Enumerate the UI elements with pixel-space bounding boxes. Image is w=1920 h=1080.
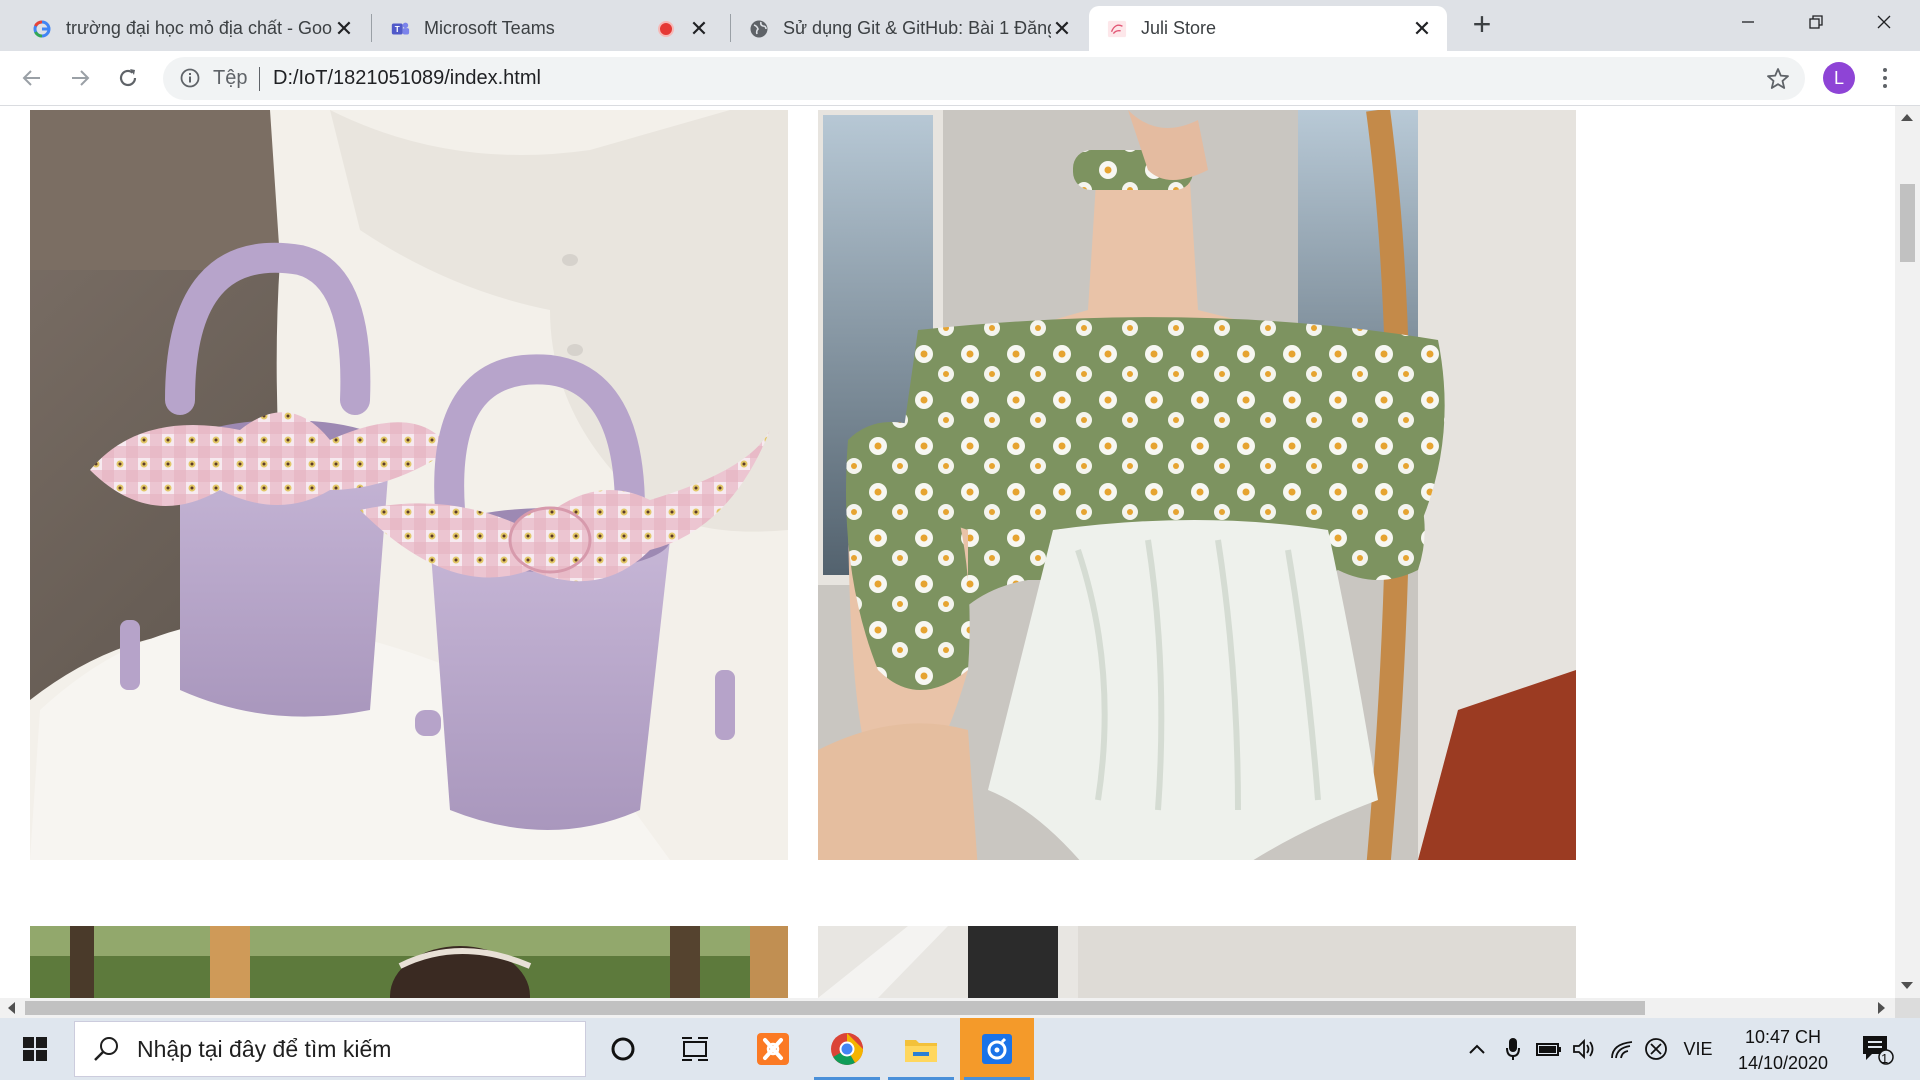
tab-title: Sử dụng Git & GitHub: Bài 1 Đăng — [783, 18, 1051, 38]
scroll-right-arrow-icon[interactable] — [1878, 1002, 1885, 1014]
chevron-up-icon — [1469, 1044, 1485, 1054]
folder-icon — [905, 1040, 937, 1062]
minimize-icon — [1742, 21, 1754, 23]
close-tab-icon[interactable]: ✕ — [1051, 16, 1073, 41]
arrow-right-icon — [72, 70, 90, 86]
taskbar-chrome[interactable] — [810, 1018, 884, 1080]
svg-text:T: T — [395, 25, 400, 34]
minimize-window-button[interactable] — [1716, 0, 1780, 44]
tray-volume[interactable] — [1570, 1018, 1598, 1080]
product-photo-outfit[interactable] — [818, 110, 1576, 860]
close-icon — [1877, 15, 1891, 29]
tray-microphone[interactable] — [1500, 1018, 1526, 1080]
task-view-button[interactable] — [658, 1018, 732, 1080]
tray-status[interactable] — [1642, 1018, 1670, 1080]
restore-window-button[interactable] — [1784, 0, 1848, 44]
cortana-button[interactable] — [586, 1018, 660, 1080]
taskbar-app-active[interactable] — [960, 1018, 1034, 1080]
clock-time: 10:47 CH — [1744, 1027, 1822, 1047]
tab-google-search[interactable]: trường đại học mỏ địa chất - Goo ✕ — [14, 6, 369, 51]
page-viewport — [0, 106, 1895, 998]
microphone-icon — [1506, 1038, 1520, 1060]
url-scheme-label: Tệp — [213, 67, 248, 89]
close-tab-icon[interactable]: ✕ — [1411, 16, 1433, 41]
close-tab-icon[interactable]: ✕ — [333, 16, 355, 41]
arrow-left-icon — [22, 70, 40, 86]
bookmark-star-icon[interactable] — [1765, 66, 1791, 92]
tray-network[interactable] — [1608, 1018, 1638, 1080]
lavender-bucket-bags-image — [30, 110, 788, 860]
close-tab-icon[interactable]: ✕ — [688, 16, 710, 41]
reload-button[interactable] — [110, 60, 146, 96]
close-window-button[interactable] — [1852, 0, 1916, 44]
browser-toolbar: Tệp D:/IoT/1821051089/index.html L — [0, 51, 1920, 106]
tab-microsoft-teams[interactable]: T Microsoft Teams ✕ — [372, 6, 724, 51]
taskbar-file-explorer[interactable] — [884, 1018, 958, 1080]
scrollbar-corner — [1895, 998, 1920, 1018]
tab-juli-store[interactable]: Juli Store ✕ — [1089, 6, 1447, 51]
address-divider — [259, 67, 260, 91]
reload-icon — [119, 69, 137, 87]
tab-title: Juli Store — [1141, 18, 1217, 38]
scroll-up-arrow-icon[interactable] — [1901, 114, 1913, 121]
url-text[interactable]: D:/IoT/1821051089/index.html — [273, 67, 541, 90]
forward-button[interactable] — [62, 60, 98, 96]
scroll-left-arrow-icon[interactable] — [8, 1002, 15, 1014]
menu-dot — [1883, 76, 1887, 80]
tray-overflow-button[interactable] — [1464, 1018, 1490, 1080]
scroll-down-arrow-icon[interactable] — [1901, 982, 1913, 989]
search-placeholder: Nhập tại đây để tìm kiếm — [137, 1035, 392, 1062]
globe-icon — [749, 19, 769, 39]
white-interior-image — [818, 926, 1576, 998]
speaker-icon — [1573, 1038, 1594, 1060]
address-bar[interactable]: Tệp D:/IoT/1821051089/index.html — [163, 57, 1805, 100]
search-icon — [94, 1037, 118, 1061]
menu-dot — [1883, 68, 1887, 72]
horizontal-scrollbar[interactable] — [0, 998, 1895, 1018]
product-photo-interior[interactable] — [818, 926, 1576, 998]
action-center-button[interactable]: 1 — [1852, 1018, 1902, 1080]
notification-icon — [1863, 1036, 1894, 1065]
vertical-scrollbar[interactable] — [1895, 106, 1920, 998]
windows-taskbar: Nhập tại đây để tìm kiếm VIE 10:47 CH 14… — [0, 1018, 1920, 1080]
garden-portrait-image — [30, 926, 788, 998]
app-icon — [982, 1034, 1012, 1064]
tab-git-github[interactable]: Sử dụng Git & GitHub: Bài 1 Đăng ✕ — [731, 6, 1087, 51]
restore-icon — [1809, 15, 1823, 29]
notification-count: 1 — [1881, 1051, 1889, 1066]
taskbar-search-box[interactable]: Nhập tại đây để tìm kiếm — [74, 1021, 586, 1077]
tab-title: trường đại học mỏ địa chất - Goo — [66, 18, 332, 38]
store-icon — [1107, 19, 1127, 39]
clock-date: 14/10/2020 — [1737, 1053, 1829, 1073]
back-button[interactable] — [14, 60, 50, 96]
menu-dot — [1883, 84, 1887, 88]
cortana-circle-icon — [611, 1037, 635, 1061]
browser-menu-button[interactable] — [1870, 63, 1900, 93]
tray-battery[interactable] — [1534, 1018, 1564, 1080]
tab-strip: trường đại học mỏ địa chất - Goo ✕ T Mic… — [0, 0, 1920, 51]
start-button[interactable] — [0, 1018, 70, 1080]
windows-logo-icon — [23, 1037, 47, 1061]
profile-avatar[interactable]: L — [1823, 62, 1855, 94]
battery-icon — [1536, 1043, 1561, 1056]
teams-icon: T — [390, 19, 410, 39]
task-view-icon — [682, 1037, 708, 1061]
new-tab-button[interactable]: + — [1466, 8, 1498, 41]
google-icon — [32, 19, 52, 39]
tab-title: Microsoft Teams — [424, 18, 555, 38]
vertical-scroll-thumb[interactable] — [1900, 184, 1915, 262]
tray-language[interactable]: VIE — [1676, 1018, 1720, 1080]
chrome-icon — [831, 1033, 863, 1065]
daisy-offshoulder-outfit-image — [818, 110, 1576, 860]
info-icon[interactable] — [179, 67, 201, 89]
wifi-icon — [1611, 1041, 1633, 1059]
horizontal-scroll-thumb[interactable] — [25, 1001, 1645, 1015]
xampp-icon — [757, 1033, 789, 1065]
product-photo-bags[interactable] — [30, 110, 788, 860]
taskbar-xampp[interactable] — [736, 1018, 810, 1080]
recording-indicator-icon — [658, 20, 674, 37]
circle-x-icon — [1645, 1038, 1667, 1060]
taskbar-clock[interactable]: 10:47 CH 14/10/2020 — [1723, 1024, 1843, 1076]
product-photo-portrait[interactable] — [30, 926, 788, 998]
